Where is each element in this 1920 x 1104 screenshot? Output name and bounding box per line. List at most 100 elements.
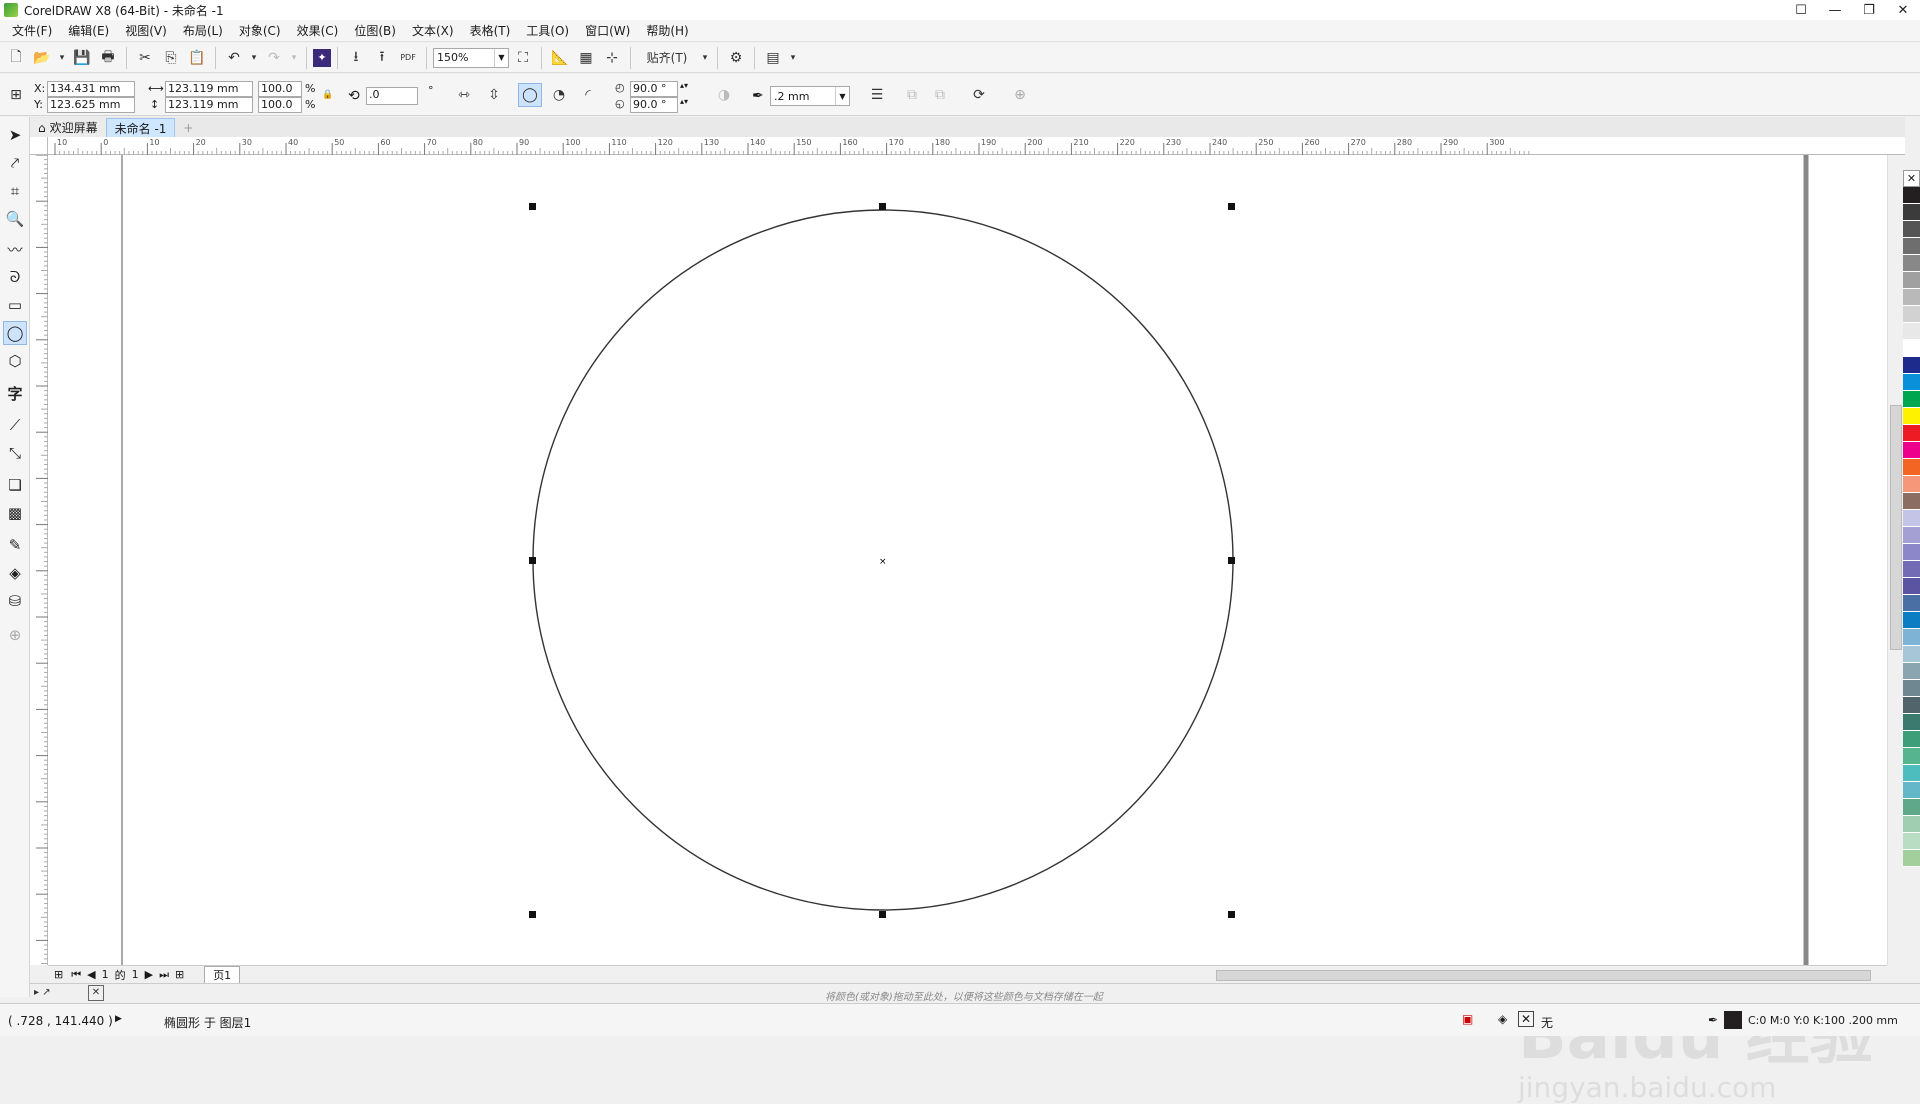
color-swatch[interactable] <box>1903 459 1920 476</box>
color-swatch[interactable] <box>1903 493 1920 510</box>
no-color-swatch[interactable]: ✕ <box>88 985 104 1001</box>
rotation-angle-field[interactable]: .0 <box>366 87 418 105</box>
crop-tool-icon[interactable]: ⌗ <box>3 179 27 203</box>
vertical-ruler[interactable] <box>30 154 48 983</box>
show-guidelines-icon[interactable]: ⊹ <box>600 46 624 70</box>
wrap-text-icon[interactable]: ☰ <box>865 83 889 107</box>
menu-item-9[interactable]: 工具(O) <box>518 22 577 39</box>
no-color-swatch[interactable]: ✕ <box>1903 170 1920 187</box>
copy-icon[interactable]: ⎘ <box>159 46 183 70</box>
smart-fill-tool-icon[interactable]: ⛁ <box>3 589 27 613</box>
color-swatch[interactable] <box>1903 782 1920 799</box>
freehand-tool-icon[interactable]: 〰 <box>3 237 27 261</box>
change-direction-icon[interactable]: ◑ <box>712 83 736 107</box>
color-swatch[interactable] <box>1903 442 1920 459</box>
tab-welcome-screen[interactable]: ⌂ 欢迎屏幕 <box>30 118 106 137</box>
print-icon[interactable]: 🖶 <box>96 46 120 70</box>
close-button[interactable]: ✕ <box>1886 0 1920 20</box>
new-document-icon[interactable]: 🗋 <box>4 46 28 70</box>
color-swatch[interactable] <box>1903 714 1920 731</box>
pie-icon[interactable]: ◔ <box>547 83 571 107</box>
to-front-icon[interactable]: ⧉ <box>900 83 924 107</box>
color-swatch[interactable] <box>1903 833 1920 850</box>
spin-icon[interactable]: ▴▾ <box>680 81 688 90</box>
zoom-tool-icon[interactable]: 🔍 <box>3 207 27 231</box>
rectangle-tool-icon[interactable]: ▭ <box>3 293 27 317</box>
snap-to-button[interactable]: 贴齐(T) <box>637 46 697 70</box>
y-position-field[interactable]: 123.625 mm <box>47 97 135 113</box>
add-page-icon[interactable]: ⊞ <box>54 968 63 981</box>
undo-icon[interactable]: ↶ <box>222 46 246 70</box>
mirror-horizontal-icon[interactable]: ⇿ <box>452 83 476 107</box>
color-swatch[interactable] <box>1903 425 1920 442</box>
interactive-fill-tool-icon[interactable]: ◈ <box>3 561 27 585</box>
eyedropper-tool-icon[interactable]: ✎ <box>3 533 27 557</box>
x-position-field[interactable]: 134.431 mm <box>47 81 135 97</box>
color-swatch[interactable] <box>1903 391 1920 408</box>
redo-icon[interactable]: ↷ <box>262 46 286 70</box>
color-swatch[interactable] <box>1903 561 1920 578</box>
object-origin-icon[interactable]: ⊞ <box>4 83 28 107</box>
color-swatch[interactable] <box>1903 578 1920 595</box>
ellipse-tool-icon[interactable]: ◯ <box>3 321 27 345</box>
parallel-dimension-tool-icon[interactable]: ⟋ <box>3 413 27 437</box>
color-swatch[interactable] <box>1903 629 1920 646</box>
color-swatch[interactable] <box>1903 238 1920 255</box>
import-icon[interactable]: ⭳ <box>344 46 368 70</box>
color-swatch[interactable] <box>1903 816 1920 833</box>
pick-tool-icon[interactable]: ➤ <box>3 123 27 147</box>
scale-height-field[interactable]: 100.0 <box>258 97 302 113</box>
transparency-tool-icon[interactable]: ▩ <box>3 501 27 525</box>
add-tool-icon[interactable]: ⊕ <box>3 623 27 647</box>
end-angle-field[interactable]: 90.0 ° <box>630 97 678 113</box>
color-swatch[interactable] <box>1903 748 1920 765</box>
account-icon[interactable]: ☐ <box>1784 0 1818 20</box>
menu-item-7[interactable]: 文本(X) <box>404 22 462 39</box>
menu-item-6[interactable]: 位图(B) <box>346 22 404 39</box>
artistic-media-tool-icon[interactable]: ᘐ <box>3 265 27 289</box>
document-color-settings-icon[interactable]: ▣ <box>1462 1012 1473 1026</box>
show-rulers-icon[interactable]: 📐 <box>548 46 572 70</box>
color-swatch[interactable] <box>1903 221 1920 238</box>
ellipse-icon[interactable]: ◯ <box>518 83 542 107</box>
search-content-icon[interactable]: ✦ <box>313 48 331 67</box>
color-swatch[interactable] <box>1903 306 1920 323</box>
color-swatch[interactable] <box>1903 510 1920 527</box>
color-swatch[interactable] <box>1903 187 1920 204</box>
color-swatch[interactable] <box>1903 731 1920 748</box>
undo-dropdown-icon[interactable]: ▾ <box>248 46 260 70</box>
color-swatch[interactable] <box>1903 272 1920 289</box>
width-field[interactable]: 123.119 mm <box>165 81 253 97</box>
lock-ratio-icon[interactable]: 🔒 <box>322 90 333 100</box>
prev-page-icon[interactable]: ◀ <box>87 968 95 981</box>
color-swatch[interactable] <box>1903 646 1920 663</box>
restore-button[interactable]: ❐ <box>1852 0 1886 20</box>
color-swatch[interactable] <box>1903 408 1920 425</box>
to-back-icon[interactable]: ⧉ <box>928 83 952 107</box>
polygon-tool-icon[interactable]: ⬡ <box>3 349 27 373</box>
color-swatch[interactable] <box>1903 374 1920 391</box>
application-launcher-icon[interactable]: ▤ <box>761 46 785 70</box>
launcher-dropdown-icon[interactable]: ▾ <box>787 46 799 70</box>
open-dropdown-icon[interactable]: ▾ <box>56 46 68 70</box>
page-tab[interactable]: 页1 <box>204 965 241 984</box>
arc-icon[interactable]: ◜ <box>576 83 600 107</box>
color-swatch[interactable] <box>1903 663 1920 680</box>
spin-icon-2[interactable]: ▴▾ <box>680 97 688 106</box>
height-field[interactable]: 123.119 mm <box>165 97 253 113</box>
outline-width-select[interactable]: .2 mm ▼ <box>770 86 850 106</box>
color-swatch[interactable] <box>1903 289 1920 306</box>
drawing-canvas[interactable]: × Baidu 经验 jingyan.baidu.com <box>48 155 1887 1104</box>
menu-item-2[interactable]: 视图(V) <box>117 22 175 39</box>
expand-arrow-icon[interactable]: ▶ <box>115 1014 122 1024</box>
color-swatch[interactable] <box>1903 340 1920 357</box>
color-swatch[interactable] <box>1903 357 1920 374</box>
shape-tool-icon[interactable]: ⤤ <box>3 151 27 175</box>
tab-untitled-1[interactable]: 未命名 -1 <box>105 118 176 137</box>
color-swatch[interactable] <box>1903 204 1920 221</box>
outline-color-swatch[interactable] <box>1724 1011 1742 1029</box>
full-screen-preview-icon[interactable]: ⛶ <box>511 46 535 70</box>
horizontal-scrollbar[interactable] <box>1216 970 1871 981</box>
scale-width-field[interactable]: 100.0 <box>258 81 302 97</box>
menu-item-3[interactable]: 布局(L) <box>175 22 231 39</box>
